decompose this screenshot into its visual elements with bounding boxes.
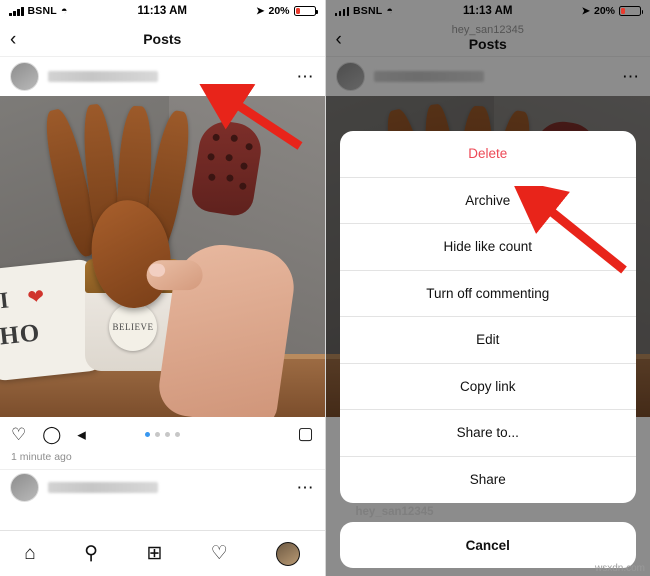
post-header: ⋯ xyxy=(0,56,325,96)
avatar[interactable] xyxy=(10,62,39,91)
edit-row[interactable]: Edit xyxy=(339,317,636,364)
left-phone-screen: BSNL ◓ 11:13 AM ➤ 20% ‹ Posts ⋯ I ❤ HO B… xyxy=(0,0,326,576)
archive-row[interactable]: Archive xyxy=(339,178,636,224)
watermark: wsxdn.com xyxy=(594,563,645,574)
status-bar-right: ➤ 20% xyxy=(581,5,643,17)
share-to-row[interactable]: Share to... xyxy=(339,410,636,457)
comment-icon[interactable]: ◯ xyxy=(42,426,61,443)
next-post-header: ⋯ xyxy=(0,469,325,505)
tab-create[interactable]: ⊞ xyxy=(146,544,162,563)
more-options-icon[interactable]: ⋯ xyxy=(297,479,315,496)
username-blurred xyxy=(48,71,158,82)
wifi-icon: ◓ xyxy=(60,4,68,17)
battery-percent-label: 20% xyxy=(268,5,290,17)
location-arrow-icon: ➤ xyxy=(256,5,265,17)
screenshot-root: BSNL ◓ 11:13 AM ➤ 20% ‹ Posts ⋯ I ❤ HO B… xyxy=(0,0,650,576)
tab-home[interactable]: ⌂ xyxy=(24,544,35,563)
page-title: Posts xyxy=(143,31,182,47)
location-arrow-icon: ➤ xyxy=(581,5,590,17)
decor-hand xyxy=(146,238,299,417)
status-bar-left: BSNL ◓ xyxy=(9,5,68,17)
avatar[interactable] xyxy=(10,473,39,502)
more-options-icon[interactable]: ⋯ xyxy=(297,68,315,85)
username-blurred xyxy=(48,482,158,493)
status-bar: BSNL ◓ 11:13 AM ➤ 20% xyxy=(0,0,325,22)
paper-plane-icon[interactable]: ◂ xyxy=(77,426,86,443)
tab-bar: ⌂ ⚲ ⊞ ♡ xyxy=(0,530,325,576)
right-phone-screen: BSNL ◓ 11:13 AM ➤ 20% ‹ hey_san12345 Pos… xyxy=(325,0,650,576)
heart-icon[interactable]: ♡ xyxy=(11,426,26,443)
tab-search[interactable]: ⚲ xyxy=(84,544,98,563)
chevron-left-icon[interactable]: ‹ xyxy=(10,30,30,49)
post-image[interactable]: I ❤ HO BELIEVE xyxy=(0,96,325,417)
turn-off-commenting-row[interactable]: Turn off commenting xyxy=(339,271,636,317)
nav-bar: ‹ Posts xyxy=(0,22,325,56)
copy-link-row[interactable]: Copy link xyxy=(339,364,636,410)
battery-low-icon xyxy=(619,5,643,17)
battery-percent-label: 20% xyxy=(593,5,615,17)
battery-low-icon xyxy=(293,5,318,17)
carrier-label: BSNL xyxy=(27,5,57,17)
delete-row[interactable]: Delete xyxy=(339,131,636,178)
share-row[interactable]: Share xyxy=(340,457,637,504)
post-timestamp: 1 minute ago xyxy=(11,451,72,463)
action-sheet: Delete Archive Hide like count Turn off … xyxy=(339,131,637,504)
bookmark-icon[interactable]: ▢ xyxy=(297,424,313,444)
status-bar-right: ➤ 20% xyxy=(256,5,318,17)
decor-tag: BELIEVE xyxy=(109,303,157,351)
tab-activity[interactable]: ♡ xyxy=(211,544,228,563)
signal-bars-icon xyxy=(9,6,24,16)
hide-like-count-row[interactable]: Hide like count xyxy=(339,224,636,271)
cancel-button[interactable]: Cancel xyxy=(339,522,636,568)
post-actions: ♡ ◯ ◂ ▢ xyxy=(0,417,325,451)
tab-profile[interactable] xyxy=(276,541,301,566)
